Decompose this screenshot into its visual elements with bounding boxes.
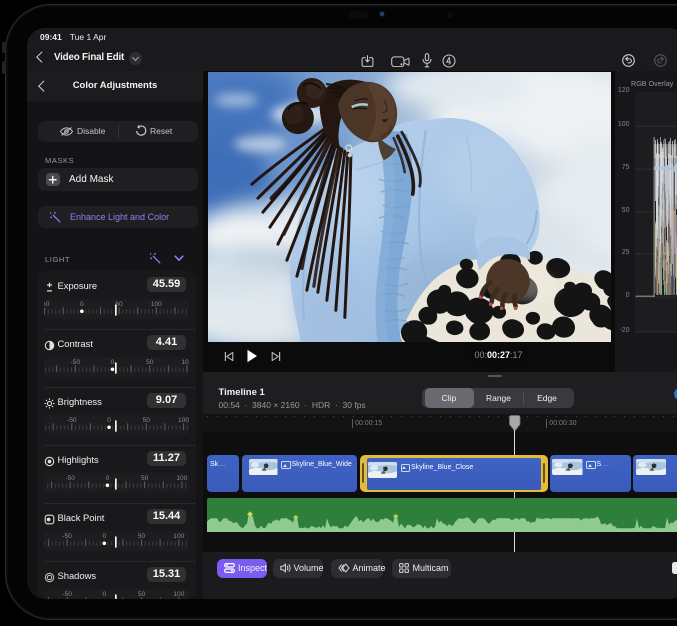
svg-text:100: 100: [151, 302, 162, 309]
svg-text:50: 50: [141, 476, 149, 483]
svg-text:100: 100: [173, 534, 184, 541]
svg-text:0: 0: [107, 418, 111, 425]
svg-text:0: 0: [80, 302, 84, 309]
svg-text:50: 50: [138, 592, 146, 599]
svg-text:100: 100: [176, 476, 187, 483]
svg-text:0: 0: [111, 360, 115, 367]
svg-text:0: 0: [102, 534, 106, 541]
svg-text:-50: -50: [67, 418, 77, 425]
svg-text:50: 50: [138, 534, 146, 541]
svg-text:-50: -50: [65, 476, 75, 483]
svg-text:-50: -50: [70, 360, 80, 367]
svg-text:0: 0: [103, 592, 107, 599]
svg-text:50: 50: [143, 418, 151, 425]
svg-text:100: 100: [173, 592, 184, 599]
svg-text:-50: -50: [62, 592, 72, 599]
svg-text:-50: -50: [44, 302, 50, 309]
svg-text:100: 100: [182, 360, 189, 367]
svg-text:50: 50: [146, 360, 154, 367]
svg-text:0: 0: [106, 476, 110, 483]
svg-text:-50: -50: [62, 534, 72, 541]
svg-text:100: 100: [178, 418, 189, 425]
